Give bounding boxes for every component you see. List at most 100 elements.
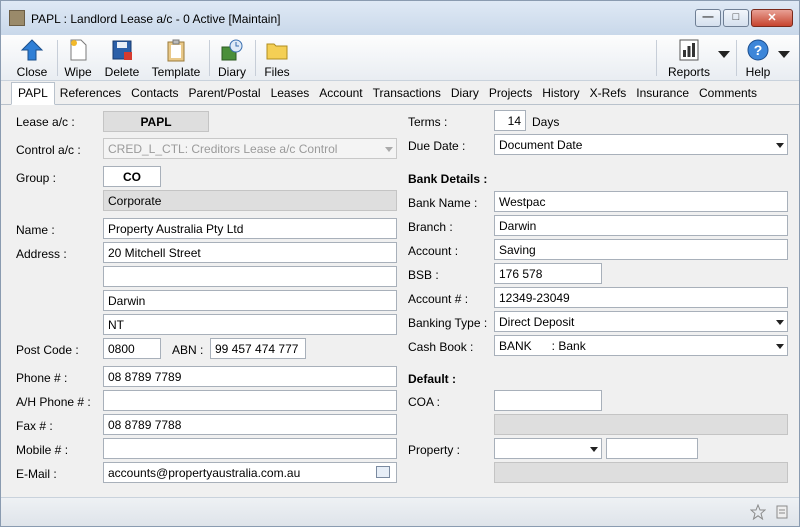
tab-references[interactable]: References (55, 83, 126, 104)
help-dropdown-icon[interactable] (778, 51, 790, 58)
control-ac-value: CRED_L_CTL: Creditors Lease a/c Control (108, 142, 338, 156)
terms-field[interactable]: 14 (494, 110, 526, 131)
folder-icon (265, 38, 289, 62)
account-no-label: Account # : (408, 292, 469, 306)
help-button[interactable]: ? Help (743, 35, 773, 81)
tab-leases[interactable]: Leases (266, 83, 315, 104)
tab-x-refs[interactable]: X-Refs (585, 83, 632, 104)
notes-icon[interactable] (774, 504, 790, 520)
arrow-up-icon (20, 38, 44, 62)
maximize-icon: □ (732, 11, 740, 23)
terms-label: Terms : (408, 115, 448, 129)
bank-name-field[interactable]: Westpac (494, 191, 788, 212)
phone-label: Phone # : (16, 371, 68, 385)
property-label: Property : (408, 443, 461, 457)
close-icon: ✕ (767, 12, 777, 24)
template-button[interactable]: Template (149, 35, 203, 81)
address-line2-field[interactable] (103, 266, 397, 287)
email-label: E-Mail : (16, 467, 57, 481)
coa-label: COA : (408, 395, 441, 409)
due-date-value: Document Date (499, 138, 583, 152)
email-field[interactable]: accounts@propertyaustralia.com.au (103, 462, 397, 483)
status-bar (1, 497, 799, 526)
close-button[interactable]: Close (15, 35, 49, 81)
name-field[interactable]: Property Australia Pty Ltd (103, 218, 397, 239)
tab-projects[interactable]: Projects (484, 83, 537, 104)
abn-label: ABN : (172, 343, 204, 357)
bsb-field[interactable]: 176 578 (494, 263, 602, 284)
wipe-button[interactable]: Wipe (61, 35, 95, 81)
tab-comments[interactable]: Comments (694, 83, 762, 104)
email-compose-icon[interactable] (376, 466, 390, 478)
account-label: Account : (408, 244, 459, 258)
control-ac-select: CRED_L_CTL: Creditors Lease a/c Control (103, 138, 397, 159)
phone-field[interactable]: 08 8789 7789 (103, 366, 397, 387)
help-icon: ? (746, 38, 770, 62)
tab-transactions[interactable]: Transactions (368, 83, 446, 104)
fax-label: Fax # : (16, 419, 53, 433)
coa-field[interactable] (494, 390, 602, 411)
chevron-down-icon (776, 143, 784, 148)
abn-field[interactable]: 99 457 474 777 (210, 338, 306, 359)
address-line4-field[interactable]: NT (103, 314, 397, 335)
clipboard-icon (164, 38, 188, 62)
new-document-icon (66, 38, 90, 62)
tab-diary[interactable]: Diary (446, 83, 484, 104)
lease-account-window: PAPL : Landlord Lease a/c - 0 Active [Ma… (0, 0, 800, 527)
mobile-field[interactable] (103, 438, 397, 459)
terms-unit: Days (532, 115, 560, 129)
tab-bar: PAPL References Contacts Parent/Postal L… (1, 82, 799, 105)
name-label: Name : (16, 223, 55, 237)
address-line3-field[interactable]: Darwin (103, 290, 397, 311)
minimize-button[interactable]: — (695, 9, 721, 27)
cash-book-select[interactable]: BANK : Bank (494, 335, 788, 356)
banking-type-select[interactable]: Direct Deposit (494, 311, 788, 332)
ah-phone-field[interactable] (103, 390, 397, 411)
tab-parent-postal[interactable]: Parent/Postal (184, 83, 266, 104)
email-value: accounts@propertyaustralia.com.au (108, 466, 301, 480)
report-chart-icon (677, 38, 701, 62)
banking-type-label: Banking Type : (408, 316, 488, 330)
cash-book-value: BANK : Bank (499, 339, 586, 353)
files-button[interactable]: Files (261, 35, 293, 81)
delete-button[interactable]: Delete (103, 35, 141, 81)
toolbar: Close Wipe Delete Template Diary Files R… (1, 35, 799, 81)
account-field[interactable]: Saving (494, 239, 788, 260)
tab-account[interactable]: Account (314, 83, 367, 104)
chevron-down-icon (776, 320, 784, 325)
app-icon (9, 10, 25, 26)
close-window-button[interactable]: ✕ (751, 9, 793, 27)
diary-button[interactable]: Diary (215, 35, 249, 81)
fax-field[interactable]: 08 8789 7788 (103, 414, 397, 435)
banking-type-value: Direct Deposit (499, 315, 575, 329)
coa-description-field (494, 414, 788, 435)
account-no-field[interactable]: 12349-23049 (494, 287, 788, 308)
reports-button[interactable]: Reports (667, 35, 711, 81)
group-code-field[interactable]: CO (103, 166, 161, 187)
reports-dropdown-icon[interactable] (718, 51, 730, 58)
tab-papl[interactable]: PAPL (11, 82, 55, 105)
property-secondary-field[interactable] (606, 438, 698, 459)
due-date-select[interactable]: Document Date (494, 134, 788, 155)
property-select[interactable] (494, 438, 602, 459)
bank-details-header: Bank Details : (408, 172, 488, 186)
maximize-button[interactable]: □ (723, 9, 749, 27)
ah-phone-label: A/H Phone # : (16, 395, 91, 409)
address-line1-field[interactable]: 20 Mitchell Street (103, 242, 397, 263)
minimize-icon: — (702, 11, 714, 23)
default-header: Default : (408, 372, 456, 386)
chevron-down-icon (776, 344, 784, 349)
branch-field[interactable]: Darwin (494, 215, 788, 236)
group-label: Group : (16, 171, 57, 185)
tab-history[interactable]: History (537, 83, 584, 104)
bank-name-label: Bank Name : (408, 196, 478, 210)
title-bar: PAPL : Landlord Lease a/c - 0 Active [Ma… (1, 1, 799, 35)
lease-ac-label: Lease a/c : (16, 115, 75, 129)
tab-contacts[interactable]: Contacts (126, 83, 183, 104)
star-icon[interactable] (749, 503, 767, 521)
tab-insurance[interactable]: Insurance (631, 83, 694, 104)
postcode-field[interactable]: 0800 (103, 338, 161, 359)
chevron-down-icon (385, 147, 393, 152)
due-date-label: Due Date : (408, 139, 466, 153)
control-ac-label: Control a/c : (16, 143, 81, 157)
